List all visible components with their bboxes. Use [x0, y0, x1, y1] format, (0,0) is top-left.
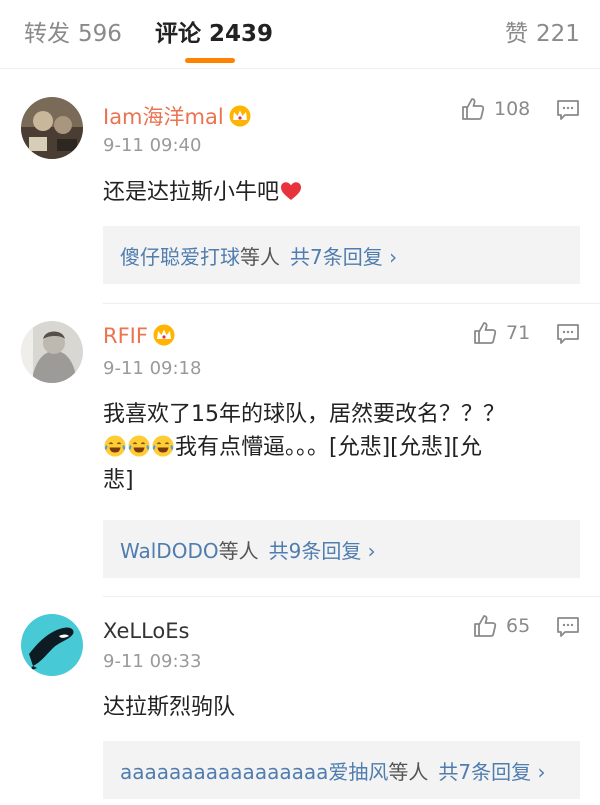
avatar-image-icon — [21, 97, 83, 159]
like-button[interactable]: 108 — [460, 96, 530, 122]
comment-text: 达拉斯烈驹队 — [103, 691, 563, 724]
reply-count-link[interactable]: 共7条回复 › — [290, 245, 397, 269]
comment-time: 9-11 09:18 — [103, 358, 202, 379]
comment-text: 还是达拉斯小牛吧 — [103, 176, 563, 209]
username-text: RFIF — [103, 324, 148, 348]
comment-bubble-icon — [557, 617, 579, 637]
reply-user-names[interactable]: 傻仔聪爱打球 — [120, 245, 240, 269]
reply-count-link[interactable]: 共7条回复 › — [438, 760, 545, 784]
reply-user-names[interactable]: WalDODO — [120, 539, 219, 563]
comment-text-line: 我有点懵逼。。。[允悲][允悲][允 — [103, 431, 563, 464]
username[interactable]: Iam海洋mal — [103, 101, 252, 132]
laugh-cry-emoji-icon — [152, 435, 174, 457]
like-button[interactable]: 71 — [472, 320, 530, 346]
tab-like-label: 赞 — [505, 21, 528, 47]
reply-others-text: 等人 — [240, 245, 280, 269]
vip-crown-icon — [152, 324, 176, 351]
comment-item: RFIF 9-11 09:18 71 我喜欢了15年的球队，居然要改名？？？ 我… — [0, 304, 600, 596]
comment-bubble-icon — [557, 324, 579, 344]
comment-text-line: 悲] — [103, 468, 134, 493]
tab-repost[interactable]: 转发 596 — [24, 14, 122, 48]
username[interactable]: XeLLoEs — [103, 619, 189, 643]
avatar[interactable] — [21, 97, 83, 159]
thumbs-up-icon — [462, 98, 485, 120]
tab-comment-count: 2439 — [209, 21, 274, 47]
comment-text-body: 还是达拉斯小牛吧 — [103, 180, 280, 205]
replies-preview[interactable]: aaaaaaaaaaaaaaaaa爱抽风等人 共7条回复 › — [103, 741, 580, 799]
tab-comment-label: 评论 — [155, 21, 201, 47]
avatar-image-icon — [21, 614, 83, 676]
avatar[interactable] — [21, 321, 83, 383]
reply-user-names[interactable]: aaaaaaaaaaaaaaaaa爱抽风 — [120, 760, 388, 784]
reply-button[interactable] — [556, 99, 580, 121]
replies-preview[interactable]: 傻仔聪爱打球等人 共7条回复 › — [103, 226, 580, 284]
tab-repost-count: 596 — [78, 21, 122, 47]
comment-bubble-icon — [557, 100, 579, 120]
like-count: 65 — [506, 615, 531, 637]
username-text: XeLLoEs — [103, 619, 190, 643]
like-count: 71 — [506, 322, 531, 344]
replies-summary: aaaaaaaaaaaaaaaaa爱抽风等人 共7条回复 › — [120, 756, 545, 785]
active-tab-indicator — [185, 58, 235, 63]
replies-preview[interactable]: WalDODO等人 共9条回复 › — [103, 520, 580, 578]
replies-summary: 傻仔聪爱打球等人 共7条回复 › — [120, 241, 397, 270]
thumbs-up-icon — [474, 615, 497, 637]
thumbs-up-icon — [474, 322, 497, 344]
tab-like[interactable]: 赞 221 — [505, 14, 580, 48]
reply-button[interactable] — [556, 616, 580, 638]
reply-count-link[interactable]: 共9条回复 › — [269, 539, 376, 563]
like-button[interactable]: 65 — [472, 613, 530, 639]
like-count: 108 — [494, 98, 531, 120]
comment-time: 9-11 09:40 — [103, 135, 202, 156]
avatar-image-icon — [21, 321, 83, 383]
tab-comment[interactable]: 评论 2439 — [155, 14, 273, 48]
username[interactable]: RFIF — [103, 324, 176, 351]
tab-repost-label: 转发 — [24, 21, 70, 47]
comment-text-line: 我喜欢了15年的球队，居然要改名？？？ — [103, 402, 505, 427]
comment-text-rest: 我有点懵逼。。。[允悲][允悲][允 — [175, 435, 482, 460]
comment-item: Iam海洋mal 9-11 09:40 108 还是达拉斯小牛吧 傻仔聪爱打球等… — [0, 69, 600, 304]
reply-others-text: 等人 — [218, 539, 259, 563]
tab-like-count: 221 — [536, 21, 580, 47]
reply-others-text: 等人 — [388, 760, 429, 784]
comment-text: 我喜欢了15年的球队，居然要改名？？？ 我有点懵逼。。。[允悲][允悲][允 悲… — [103, 398, 563, 497]
avatar[interactable] — [21, 614, 83, 676]
comment-tabs-bar: 转发 596 评论 2439 赞 221 — [0, 0, 600, 69]
heart-emoji-icon — [281, 182, 302, 200]
replies-summary: WalDODO等人 共9条回复 › — [120, 535, 376, 564]
laugh-cry-emoji-icon — [128, 435, 150, 457]
comment-item: XeLLoEs 9-11 09:33 65 达拉斯烈驹队 aaaaaaaaaaa… — [0, 597, 600, 805]
vip-crown-icon — [228, 105, 252, 132]
comment-text-body: 达拉斯烈驹队 — [103, 695, 236, 720]
username-text: Iam海洋mal — [103, 105, 224, 129]
reply-button[interactable] — [556, 323, 580, 345]
laugh-cry-emoji-icon — [104, 435, 126, 457]
comment-time: 9-11 09:33 — [103, 651, 202, 672]
